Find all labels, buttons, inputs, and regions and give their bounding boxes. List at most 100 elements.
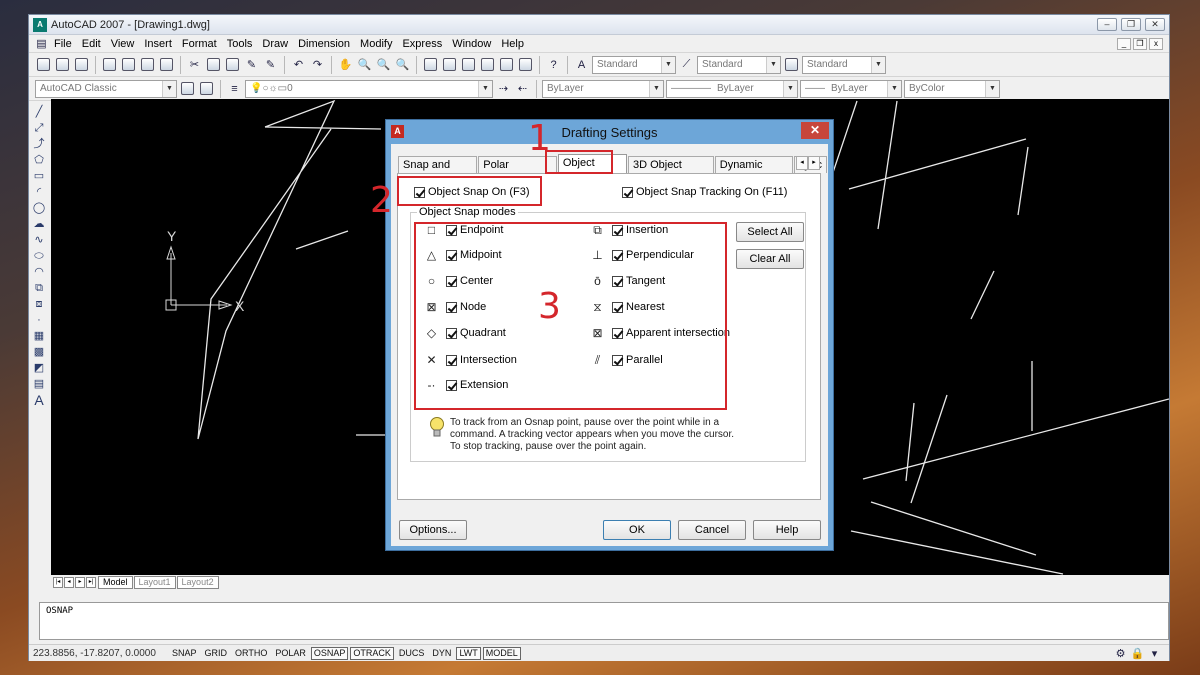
tab-snap-and-grid[interactable]: Snap and Grid <box>398 156 478 187</box>
block-editor-icon[interactable]: ✎ <box>262 56 279 73</box>
osnap-toggle[interactable]: OSNAP <box>310 646 349 660</box>
tab-layout1[interactable]: Layout1 <box>133 575 176 589</box>
print-icon[interactable] <box>101 56 118 73</box>
dim-style-select[interactable]: Standard ▼ <box>697 55 781 74</box>
ellipse-icon[interactable]: ⬭ <box>32 249 46 263</box>
command-line[interactable]: OSNAP <box>39 602 1169 640</box>
text-style-select[interactable]: Standard ▼ <box>592 55 676 74</box>
region-icon[interactable]: ◩ <box>32 361 46 375</box>
options-button[interactable]: Options... <box>399 520 467 540</box>
menu-file[interactable]: File <box>50 38 78 50</box>
communication-center-icon[interactable]: ⚙ <box>1112 645 1129 662</box>
pan-icon[interactable]: ✋ <box>337 56 354 73</box>
linetype-select[interactable]: ———— ByLayer ▼ <box>666 79 798 98</box>
ducs-toggle[interactable]: DUCS <box>396 647 428 660</box>
table-style-select[interactable]: Standard ▼ <box>802 55 886 74</box>
workspace-select[interactable]: AutoCAD Classic ▼ <box>35 79 177 98</box>
select-all-button[interactable]: Select All <box>736 222 804 242</box>
spline-icon[interactable]: ∿ <box>32 233 46 247</box>
next-tab-button[interactable]: ▸ <box>75 576 85 588</box>
zoom-realtime-icon[interactable]: 🔍 <box>356 56 373 73</box>
plotstyle-select[interactable]: ByColor ▼ <box>904 79 1000 98</box>
autocad-icon[interactable]: A <box>33 17 47 32</box>
tab-dynamic-input[interactable]: Dynamic Input <box>714 156 794 187</box>
polygon-icon[interactable]: ⬠ <box>32 153 46 167</box>
arc-icon[interactable]: ◜ <box>32 185 46 199</box>
paste-icon[interactable] <box>224 56 241 73</box>
dyn-toggle[interactable]: DYN <box>429 647 454 660</box>
zoom-previous-icon[interactable]: 🔍 <box>394 56 411 73</box>
publish-icon[interactable] <box>139 56 156 73</box>
circle-icon[interactable]: ◯ <box>32 201 46 215</box>
menu-dimension[interactable]: Dimension <box>294 38 356 50</box>
snap-toggle[interactable]: SNAP <box>169 647 200 660</box>
dialog-close-button[interactable]: ✕ <box>801 122 829 139</box>
ortho-toggle[interactable]: ORTHO <box>232 647 270 660</box>
menu-draw[interactable]: Draw <box>258 38 294 50</box>
calculator-icon[interactable] <box>517 56 534 73</box>
tab-scroll-right-button[interactable]: ▸ <box>808 156 820 170</box>
cancel-button[interactable]: Cancel <box>678 520 746 540</box>
lock-icon[interactable]: 🔒 <box>1129 645 1146 662</box>
insert-block-icon[interactable]: ⧉ <box>32 281 46 295</box>
menu-help[interactable]: Help <box>497 38 530 50</box>
tab-scroll-left-button[interactable]: ◂ <box>796 156 808 170</box>
model-toggle[interactable]: MODEL <box>482 646 521 660</box>
menu-modify[interactable]: Modify <box>356 38 398 50</box>
doc-restore-button[interactable]: ❐ <box>1133 37 1147 50</box>
multiline-text-icon[interactable]: A <box>32 393 46 407</box>
close-button[interactable]: ✕ <box>1145 18 1165 31</box>
prev-tab-button[interactable]: ◂ <box>64 576 74 588</box>
restore-button[interactable]: ❐ <box>1121 18 1141 31</box>
help-button[interactable]: Help <box>753 520 821 540</box>
polar-toggle[interactable]: POLAR <box>272 647 309 660</box>
properties-icon[interactable] <box>422 56 439 73</box>
undo-icon[interactable]: ↶ <box>290 56 307 73</box>
menu-express[interactable]: Express <box>398 38 448 50</box>
menu-view[interactable]: View <box>107 38 141 50</box>
menu-format[interactable]: Format <box>178 38 223 50</box>
lineweight-select[interactable]: —— ByLayer ▼ <box>800 79 902 98</box>
redo-icon[interactable]: ↷ <box>309 56 326 73</box>
sheet-set-icon[interactable] <box>479 56 496 73</box>
workspace-settings-icon[interactable] <box>179 80 196 97</box>
line-icon[interactable]: ╱ <box>32 105 46 119</box>
match-properties-icon[interactable]: ✎ <box>243 56 260 73</box>
menu-insert[interactable]: Insert <box>140 38 178 50</box>
tab-model[interactable]: Model <box>98 575 133 589</box>
markup-icon[interactable] <box>498 56 515 73</box>
help-icon[interactable]: ? <box>545 56 562 73</box>
workspace-save-icon[interactable] <box>198 80 215 97</box>
menu-edit[interactable]: Edit <box>78 38 107 50</box>
save-icon[interactable] <box>73 56 90 73</box>
polyline-icon[interactable]: ⤴ <box>32 137 46 151</box>
revision-cloud-icon[interactable]: ☁ <box>32 217 46 231</box>
osnap-tracking-checkbox[interactable]: Object Snap Tracking On (F11) <box>622 186 787 198</box>
open-icon[interactable] <box>54 56 71 73</box>
doc-minimize-button[interactable]: _ <box>1117 37 1131 50</box>
lwt-toggle[interactable]: LWT <box>456 646 481 660</box>
table-icon[interactable]: ▤ <box>32 377 46 391</box>
first-tab-button[interactable]: |◂ <box>53 576 63 588</box>
minimize-button[interactable]: – <box>1097 18 1117 31</box>
last-tab-button[interactable]: ▸| <box>86 576 96 588</box>
zoom-window-icon[interactable]: 🔍 <box>375 56 392 73</box>
grid-toggle[interactable]: GRID <box>202 647 231 660</box>
clear-all-button[interactable]: Clear All <box>736 249 804 269</box>
status-menu-icon[interactable]: ▾ <box>1146 645 1163 662</box>
construction-line-icon[interactable]: ⤢ <box>32 121 46 135</box>
cut-icon[interactable]: ✂ <box>186 56 203 73</box>
hatch-icon[interactable]: ▦ <box>32 329 46 343</box>
plot-preview-icon[interactable] <box>120 56 137 73</box>
document-icon[interactable]: ▤ <box>33 35 50 52</box>
layer-manager-icon[interactable]: ≡ <box>226 80 243 97</box>
make-object-layer-current-icon[interactable]: ⇢ <box>495 80 512 97</box>
copy-icon[interactable] <box>205 56 222 73</box>
color-select[interactable]: ByLayer ▼ <box>542 79 664 98</box>
otrack-toggle[interactable]: OTRACK <box>350 646 394 660</box>
layer-previous-icon[interactable]: ⇠ <box>514 80 531 97</box>
rectangle-icon[interactable]: ▭ <box>32 169 46 183</box>
tool-palettes-icon[interactable] <box>460 56 477 73</box>
tab-layout2[interactable]: Layout2 <box>176 575 219 589</box>
menu-window[interactable]: Window <box>448 38 497 50</box>
